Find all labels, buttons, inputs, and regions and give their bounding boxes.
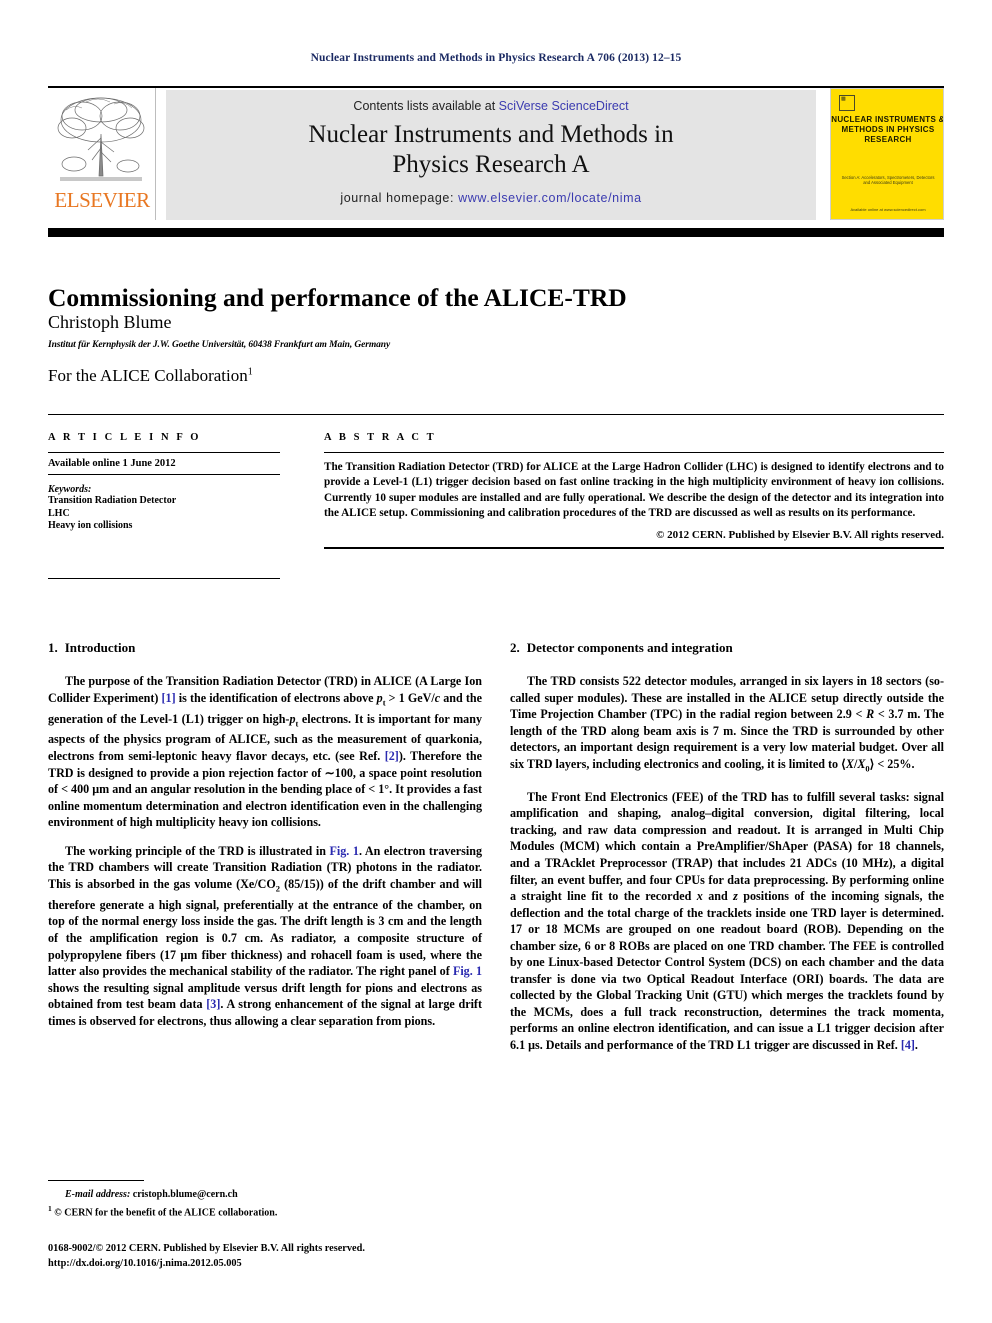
article-history: Available online 1 June 2012 xyxy=(48,458,176,469)
article-info-rule-1 xyxy=(48,452,280,453)
contents-prefix: Contents lists available at xyxy=(353,99,499,113)
footnote-note-text: © CERN for the benefit of the ALICE coll… xyxy=(54,1207,278,1219)
keywords-label: Keywords: xyxy=(48,484,92,495)
text-run: . xyxy=(914,1037,918,1052)
abstract-rule-bottom xyxy=(324,546,944,549)
reference-link-4[interactable]: [4] xyxy=(901,1038,915,1052)
article-info-label: A R T I C L E I N F O xyxy=(48,432,202,443)
footnote-email-label: E-mail address: xyxy=(65,1189,131,1200)
body-column-right: 2. Detector components and integration Th… xyxy=(510,640,944,1066)
collaboration-line: For the ALICE Collaboration1 xyxy=(48,366,748,386)
info-section-top-rule xyxy=(48,414,944,415)
article-info-block: A R T I C L E I N F O Available online 1… xyxy=(48,432,280,533)
contents-box: Contents lists available at SciVerse Sci… xyxy=(166,90,816,220)
footnote-collaboration-note: 1 © CERN for the benefit of the ALICE co… xyxy=(48,1202,482,1220)
cover-footer: Available online at www.sciencedirect.co… xyxy=(850,207,926,212)
cover-title: NUCLEAR INSTRUMENTS & METHODS IN PHYSICS… xyxy=(831,115,944,144)
page-title: Commissioning and performance of the ALI… xyxy=(48,283,627,313)
paragraph: The purpose of the Transition Radiation … xyxy=(48,673,482,831)
paragraph: The Front End Electronics (FEE) of the T… xyxy=(510,789,944,1054)
running-head: Nuclear Instruments and Methods in Physi… xyxy=(310,52,682,64)
keyword-item: Transition Radiation Detector xyxy=(48,495,177,506)
figure-link-1[interactable]: Fig. 1 xyxy=(330,844,359,858)
footnote-marker: 1 xyxy=(48,1204,52,1213)
keyword-item: Heavy ion collisions xyxy=(48,520,133,531)
text-run: (85/15)) of the drift chamber and will t… xyxy=(48,876,482,979)
article-info-rule-3 xyxy=(48,578,280,579)
elsevier-logo: ELSEVIER xyxy=(48,88,156,220)
reference-link-2[interactable]: [2] xyxy=(385,749,399,763)
text-run: < 25%. xyxy=(874,756,915,771)
journal-homepage-link[interactable]: www.elsevier.com/locate/nima xyxy=(458,191,642,205)
author-affiliation: Institut für Kernphysik der J.W. Goethe … xyxy=(48,340,391,350)
journal-title-line1: Nuclear Instruments and Methods in xyxy=(308,121,674,148)
cover-subtitle: Section A: Accelerators, Spectrometers, … xyxy=(841,175,935,186)
symbol-R: R xyxy=(866,707,875,722)
imprint-doi: http://dx.doi.org/10.1016/j.nima.2012.05… xyxy=(48,1257,242,1269)
journal-cover-thumbnail: ▩ NUCLEAR INSTRUMENTS & METHODS IN PHYSI… xyxy=(830,88,944,220)
figure-link-2[interactable]: Fig. 1 xyxy=(453,964,482,978)
paragraph: The working principle of the TRD is illu… xyxy=(48,843,482,1029)
contents-available-line: Contents lists available at SciVerse Sci… xyxy=(166,99,816,113)
elsevier-tree-icon xyxy=(52,90,150,190)
symbol-X: X xyxy=(845,756,854,771)
footnote-email: E-mail address: cristoph.blume@cern.ch xyxy=(48,1188,482,1202)
abstract-text: The Transition Radiation Detector (TRD) … xyxy=(324,461,944,520)
imprint-block: 0168-9002/© 2012 CERN. Published by Else… xyxy=(48,1242,548,1271)
text-run: is the identification of electrons above xyxy=(175,690,377,705)
footnote-separator-rule xyxy=(48,1180,144,1181)
text-run: positions of the incoming signals, the d… xyxy=(510,889,945,1052)
banner-bottom-rule xyxy=(48,228,944,237)
text-run: and xyxy=(702,889,734,904)
section-heading-introduction: 1. Introduction xyxy=(48,640,482,656)
journal-article-page: Nuclear Instruments and Methods in Physi… xyxy=(0,0,992,1323)
reference-link-3[interactable]: [3] xyxy=(206,997,220,1011)
sciencedirect-link[interactable]: SciVerse ScienceDirect xyxy=(499,99,629,113)
section-heading-detector-components: 2. Detector components and integration xyxy=(510,640,944,656)
collaboration-footnote-marker: 1 xyxy=(247,366,253,378)
journal-title-line2: Physics Research A xyxy=(392,151,590,178)
text-run: > 1 GeV/ xyxy=(385,690,435,705)
reference-link-1[interactable]: [1] xyxy=(162,691,176,705)
section-number: 2. xyxy=(510,640,520,655)
text-run: The working principle of the TRD is illu… xyxy=(65,843,330,858)
email-link[interactable]: cristoph.blume@cern.ch xyxy=(133,1189,238,1200)
abstract-label: A B S T R A C T xyxy=(324,432,437,443)
symbol-X0-sub: 0 xyxy=(865,763,870,774)
body-column-left: 1. Introduction The purpose of the Transi… xyxy=(48,640,482,1041)
paragraph: The TRD consists 522 detector modules, a… xyxy=(510,674,944,774)
section-title: Detector components and integration xyxy=(526,640,733,655)
elsevier-wordmark: ELSEVIER xyxy=(54,188,150,212)
imprint-copyright: 0168-9002/© 2012 CERN. Published by Else… xyxy=(48,1243,365,1254)
article-info-rule-2 xyxy=(48,474,280,475)
journal-homepage-line: journal homepage: www.elsevier.com/locat… xyxy=(166,191,816,205)
abstract-rule-top xyxy=(324,452,944,453)
journal-banner: ELSEVIER Contents lists available at Sci… xyxy=(48,88,944,224)
homepage-prefix: journal homepage: xyxy=(340,191,459,205)
abstract-copyright: © 2012 CERN. Published by Elsevier B.V. … xyxy=(656,528,944,541)
journal-title: Nuclear Instruments and Methods in Physi… xyxy=(166,120,816,180)
abstract-block: A B S T R A C T The Transition Radiation… xyxy=(324,432,944,549)
keyword-item: LHC xyxy=(48,507,70,519)
section-title: Introduction xyxy=(64,640,136,655)
text-run: The Front End Electronics (FEE) of the T… xyxy=(510,789,944,904)
collaboration-text: For the ALICE Collaboration xyxy=(48,366,248,385)
cover-publisher-mark-icon: ▩ xyxy=(839,95,855,111)
author-name: Christoph Blume xyxy=(48,312,172,332)
footnote-block: E-mail address: cristoph.blume@cern.ch 1… xyxy=(48,1188,482,1220)
section-number: 1. xyxy=(48,640,58,655)
